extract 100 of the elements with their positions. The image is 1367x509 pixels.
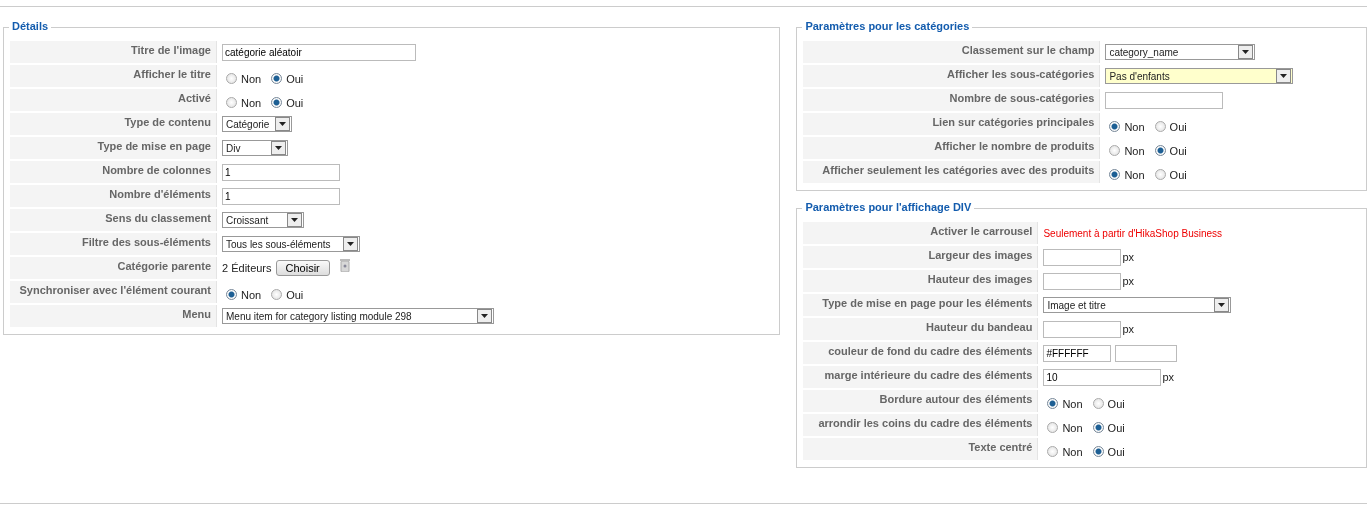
radio-button[interactable] [1154, 120, 1166, 132]
field-label: marge intérieure du cadre des éléments [803, 366, 1039, 388]
field-label: Afficher le titre [10, 65, 217, 87]
field-label: Afficher seulement les catégories avec des produits [803, 161, 1101, 183]
text-field[interactable]: catégorie aléatoir [222, 43, 416, 61]
color-swatch[interactable] [1115, 344, 1178, 362]
dropdown[interactable]: Pas d'enfants [1105, 68, 1294, 84]
text-field[interactable] [1105, 91, 1224, 109]
radio-button[interactable] [1109, 168, 1121, 180]
field-label: Largeur des images [803, 246, 1039, 268]
unit-label: px [1122, 275, 1135, 287]
field-label: Hauteur des images [803, 270, 1039, 292]
radio-button[interactable] [271, 288, 283, 300]
radio-button[interactable] [1047, 397, 1059, 409]
radio-label: Non [1062, 398, 1083, 410]
radio-button[interactable] [1047, 421, 1059, 433]
radio-label: Oui [1169, 145, 1187, 157]
caret-icon [271, 141, 286, 155]
dropdown[interactable]: Catégorie [222, 116, 293, 132]
unit-label: px [1162, 371, 1175, 383]
section-title: Paramètres pour l'affichage DIV [802, 201, 975, 213]
radio-button[interactable] [1109, 144, 1121, 156]
caret-icon [343, 237, 358, 251]
radio-label: Non [1124, 121, 1145, 133]
section-title: Paramètres pour les catégories [802, 20, 973, 32]
radio-label: Non [241, 289, 262, 301]
unit-label: px [1122, 251, 1135, 263]
text-field[interactable] [1043, 272, 1122, 290]
field-label: Catégorie parente [10, 257, 217, 279]
dropdown[interactable]: category_name [1105, 44, 1256, 60]
dropdown[interactable]: Div [222, 140, 288, 156]
field-label: Hauteur du bandeau [803, 318, 1039, 340]
dropdown[interactable]: Croissant [222, 212, 304, 228]
text-field[interactable] [1043, 320, 1122, 338]
radio-button[interactable] [226, 288, 237, 300]
radio-label: Oui [1107, 422, 1125, 434]
radio-button[interactable] [1154, 168, 1166, 180]
radio-button[interactable] [271, 72, 283, 84]
radio-label: Oui [286, 73, 304, 85]
field-label: Activer le carrousel [803, 222, 1039, 244]
radio-label: Non [1124, 169, 1145, 181]
radio-label: Non [1124, 145, 1145, 157]
choose-button[interactable]: Choisir [275, 260, 330, 276]
radio-label: Oui [286, 97, 304, 109]
dropdown[interactable]: Menu item for category listing module 298 [222, 308, 494, 324]
field-label: couleur de fond du cadre des éléments [803, 342, 1039, 364]
text-field[interactable] [1043, 248, 1122, 266]
dropdown[interactable]: Image et titre [1043, 297, 1232, 313]
field-label: Afficher le nombre de produits [803, 137, 1101, 159]
radio-label: Oui [1169, 121, 1187, 133]
radio-button[interactable] [1047, 445, 1059, 457]
field-label: Synchroniser avec l'élément courant [10, 281, 217, 303]
caret-icon [1214, 298, 1230, 312]
radio-button[interactable] [1154, 144, 1166, 156]
field-label: Lien sur catégories principales [803, 113, 1101, 135]
radio-button[interactable] [226, 72, 237, 84]
radio-label: Oui [1169, 169, 1187, 181]
field-label: Bordure autour des éléments [803, 390, 1039, 412]
field-label: Filtre des sous-éléments [10, 233, 217, 255]
radio-button[interactable] [1092, 445, 1104, 457]
field-label: arrondir les coins du cadre des éléments [803, 414, 1039, 436]
radio-label: Oui [1107, 446, 1125, 458]
field-label: Nombre de sous-catégories [803, 89, 1101, 111]
radio-label: Non [241, 97, 262, 109]
radio-label: Non [1062, 422, 1083, 434]
radio-button[interactable] [1109, 120, 1121, 132]
field-value: 2 Éditeurs [222, 262, 272, 274]
caret-icon [287, 213, 302, 227]
field-label: Menu [10, 305, 217, 327]
field-label: Classement sur le champ [803, 41, 1101, 63]
text-field[interactable]: 1 [222, 163, 340, 181]
dropdown[interactable]: Tous les sous-éléments [222, 236, 360, 252]
caret-icon [275, 117, 291, 131]
field-label: Type de contenu [10, 113, 217, 135]
field-label: Activé [10, 89, 217, 111]
radio-label: Non [1062, 446, 1083, 458]
radio-label: Non [241, 73, 262, 85]
field-label: Afficher les sous-catégories [803, 65, 1101, 87]
notice-text: Seulement à partir d'HikaShop Business [1043, 227, 1223, 239]
trash-icon[interactable] [339, 258, 350, 272]
radio-button[interactable] [226, 96, 237, 108]
caret-icon [1276, 69, 1292, 83]
radio-button[interactable] [271, 96, 283, 108]
color-field[interactable]: #FFFFFF [1043, 344, 1112, 362]
field-label: Texte centré [803, 438, 1039, 460]
radio-label: Oui [286, 289, 304, 301]
radio-button[interactable] [1092, 397, 1104, 409]
field-label: Sens du classement [10, 209, 217, 231]
field-label: Nombre d'éléments [10, 185, 217, 207]
caret-icon [477, 309, 492, 323]
field-label: Type de mise en page [10, 137, 217, 159]
section-title: Détails [9, 20, 52, 32]
caret-icon [1238, 45, 1254, 59]
text-field[interactable]: 1 [222, 187, 340, 205]
field-label: Titre de l'image [10, 41, 217, 63]
text-field[interactable]: 10 [1043, 368, 1162, 386]
field-label: Type de mise en page pour les éléments [803, 294, 1039, 316]
radio-button[interactable] [1092, 421, 1104, 433]
field-label: Nombre de colonnes [10, 161, 217, 183]
unit-label: px [1122, 323, 1135, 335]
